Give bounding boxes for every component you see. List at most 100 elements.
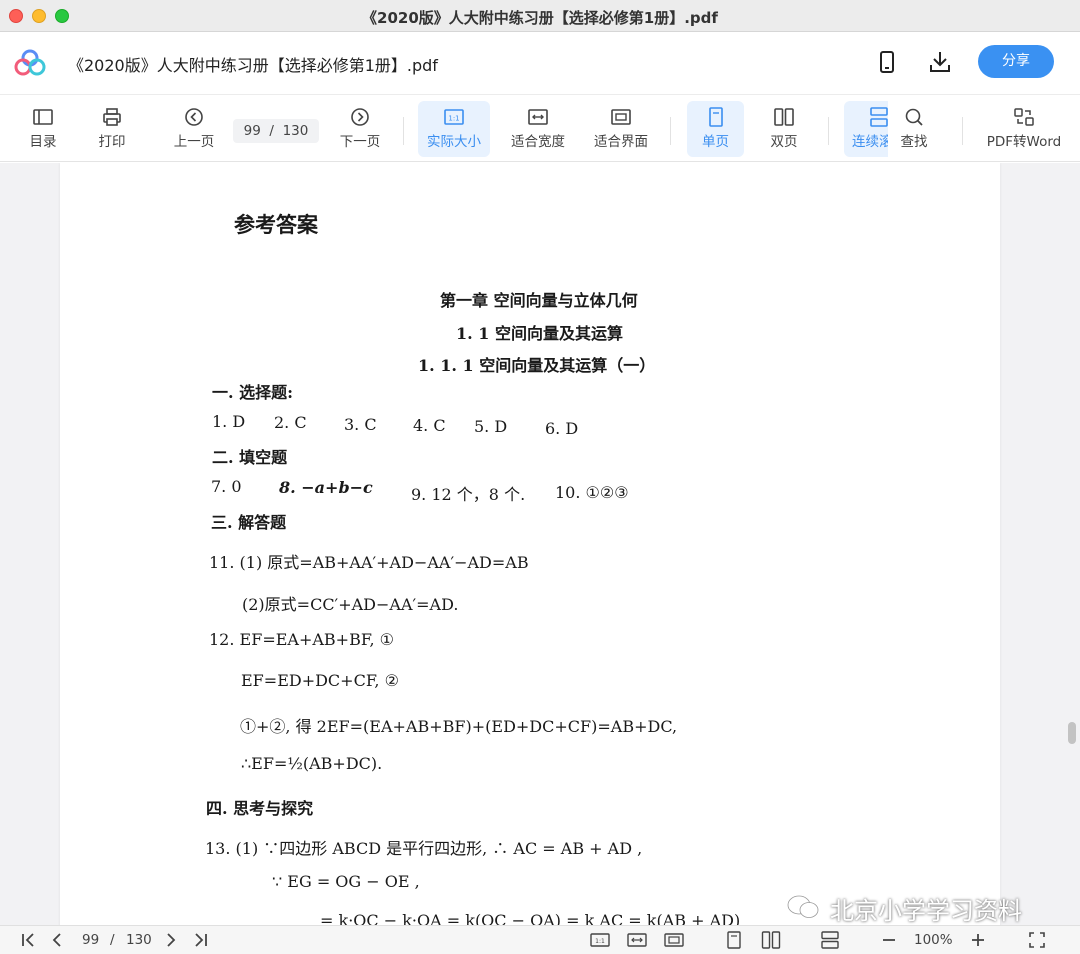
actual-size-button[interactable]: 1:1 实际大小	[418, 101, 490, 157]
wechat-icon	[786, 894, 819, 918]
page-separator: /	[269, 123, 274, 139]
app-header: 《2020版》人大附中练习册【选择必修第1册】.pdf 分享	[0, 33, 1080, 93]
toolbar-divider	[828, 117, 829, 145]
fit-width-label: 适合宽度	[511, 134, 565, 150]
share-button[interactable]: 分享	[978, 45, 1054, 78]
fit-width-icon	[528, 109, 548, 125]
section-multiple-choice: 一. 选择题:	[212, 383, 294, 402]
double-page-label: 双页	[770, 134, 798, 150]
chevron-left-circle-icon	[185, 108, 203, 126]
single-page-button[interactable]: 单页	[687, 101, 744, 157]
minus-icon	[883, 939, 895, 941]
answer-3: 3. C	[344, 415, 377, 434]
fit-page-small-button[interactable]	[664, 930, 684, 950]
next-page-small-button[interactable]	[161, 930, 181, 950]
prev-page-button[interactable]: 上一页	[165, 101, 223, 157]
chevron-left-icon	[52, 933, 61, 947]
section-fill-in: 二. 填空题	[212, 448, 288, 467]
status-page-separator: /	[110, 932, 115, 948]
toolbar: 目录 打印 上一页 99 / 130 下一页 1:1 实际大小 适合宽度 适合界…	[0, 94, 1080, 162]
chevron-right-icon	[167, 933, 176, 947]
zoom-level[interactable]: 100%	[914, 932, 953, 948]
print-label: 打印	[98, 134, 126, 150]
double-page-small-button[interactable]	[761, 930, 781, 950]
answer-8: 8. −a+b−c	[279, 478, 373, 497]
actual-size-small-button[interactable]: 1:1	[590, 930, 610, 950]
answer-7: 7. 0	[211, 477, 242, 496]
status-current-page[interactable]: 99	[82, 932, 99, 948]
actual-size-icon: 1:1	[590, 933, 610, 947]
printer-icon	[103, 108, 121, 126]
continuous-scroll-icon	[870, 107, 888, 127]
subsection-title: 1. 1. 1 空间向量及其运算（一）	[418, 356, 656, 375]
toolbar-divider	[403, 117, 404, 145]
window-titlebar: 《2020版》人大附中练习册【选择必修第1册】.pdf	[0, 0, 1080, 32]
section-thinking: 四. 思考与探究	[206, 799, 314, 818]
plus-icon	[972, 934, 984, 946]
continuous-small-button[interactable]	[820, 930, 840, 950]
first-page-button[interactable]	[19, 930, 39, 950]
pdf-to-word-label: PDF转Word	[986, 134, 1062, 150]
answer-2: 2. C	[274, 413, 307, 432]
fit-width-button[interactable]: 适合宽度	[505, 101, 571, 157]
fit-page-icon	[611, 109, 631, 125]
document-viewport[interactable]: 参考答案 第一章 空间向量与立体几何 1. 1 空间向量及其运算 1. 1. 1…	[0, 163, 1080, 925]
status-bar: 99 / 130 1:1 100%	[0, 925, 1080, 954]
svg-text:1:1: 1:1	[448, 115, 459, 123]
answer-5: 5. D	[474, 417, 508, 436]
page-number-input[interactable]: 99 / 130	[233, 119, 319, 143]
single-page-icon	[727, 931, 741, 949]
sidebar-icon	[33, 109, 53, 125]
next-page-button[interactable]: 下一页	[331, 101, 389, 157]
total-pages: 130	[282, 123, 309, 139]
continuous-scroll-button[interactable]: 连续滚	[844, 101, 888, 157]
answer-9: 9. 12 个，8 个.	[411, 485, 526, 504]
toc-label: 目录	[29, 134, 57, 150]
double-page-icon	[774, 108, 794, 126]
watermark-text: 北京小学学习资料	[830, 897, 1022, 925]
prev-page-small-button[interactable]	[47, 930, 67, 950]
q12-line2: EF=ED+DC+CF, ②	[241, 671, 399, 690]
fit-width-small-button[interactable]	[627, 930, 647, 950]
q13-line2: ∵ EG = OG − OE ,	[272, 872, 420, 891]
find-button[interactable]: 查找	[888, 101, 940, 157]
print-button[interactable]: 打印	[87, 101, 137, 157]
pdf-to-word-button[interactable]: PDF转Word	[982, 101, 1066, 157]
first-page-icon	[22, 933, 34, 947]
continuous-scroll-icon	[821, 931, 839, 949]
answer-4: 4. C	[413, 416, 446, 435]
fit-page-icon	[664, 933, 684, 947]
toc-button[interactable]: 目录	[18, 101, 68, 157]
toolbar-divider	[670, 117, 671, 145]
current-page: 99	[243, 123, 261, 139]
last-page-icon	[195, 933, 207, 947]
phone-icon[interactable]	[874, 49, 900, 75]
convert-icon	[1014, 108, 1034, 126]
app-logo-icon	[14, 49, 46, 76]
vertical-scrollbar-thumb[interactable]	[1068, 722, 1076, 744]
pdf-page: 参考答案 第一章 空间向量与立体几何 1. 1 空间向量及其运算 1. 1. 1…	[60, 163, 1000, 925]
window-title: 《2020版》人大附中练习册【选择必修第1册】.pdf	[362, 9, 718, 27]
status-total-pages: 130	[126, 932, 152, 948]
answer-1: 1. D	[212, 412, 246, 431]
zoom-out-button[interactable]	[879, 930, 899, 950]
q11-part1: 11. (1) 原式=AB+AA′+AD−AA′−AD=AB	[209, 553, 529, 572]
prev-page-label: 上一页	[173, 134, 215, 150]
single-page-small-button[interactable]	[724, 930, 744, 950]
zoom-in-button[interactable]	[968, 930, 988, 950]
last-page-button[interactable]	[190, 930, 210, 950]
fullscreen-button[interactable]	[1027, 930, 1047, 950]
chevron-right-circle-icon	[351, 108, 369, 126]
document-title: 《2020版》人大附中练习册【选择必修第1册】.pdf	[68, 56, 438, 75]
answer-6: 6. D	[545, 419, 579, 438]
q12-line4: ∴EF=½(AB+DC).	[241, 754, 383, 773]
chapter-title: 第一章 空间向量与立体几何	[440, 291, 638, 310]
search-icon	[905, 108, 923, 126]
fit-page-button[interactable]: 适合界面	[588, 101, 654, 157]
download-icon[interactable]	[927, 49, 953, 75]
continuous-scroll-label: 连续滚	[852, 134, 888, 150]
page-heading: 参考答案	[234, 212, 318, 237]
double-page-button[interactable]: 双页	[758, 101, 810, 157]
section-title: 1. 1 空间向量及其运算	[456, 324, 623, 343]
svg-text:1:1: 1:1	[595, 938, 605, 945]
